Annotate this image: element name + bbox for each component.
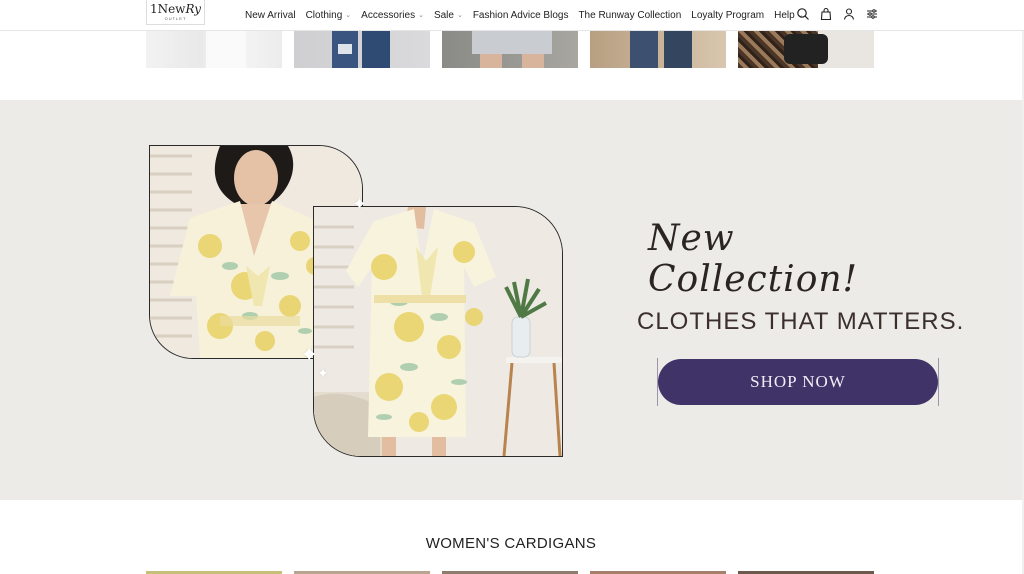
site-logo[interactable]: 1NewRy OUTLET: [146, 0, 205, 25]
chevron-down-icon: ⌄: [456, 12, 463, 19]
divider: [938, 358, 939, 406]
banner-script-title: New Collection!: [648, 218, 859, 300]
chevron-down-icon: ⌄: [345, 12, 352, 19]
product-image[interactable]: [146, 30, 282, 68]
model-illustration: [314, 207, 562, 456]
nav-item-sale[interactable]: Sale ⌄: [434, 7, 463, 23]
product-image[interactable]: [442, 30, 578, 68]
nav-item-new-arrival[interactable]: New Arrival: [245, 7, 296, 23]
logo-wordmark: 1NewRy: [149, 2, 202, 16]
model-photo-full[interactable]: [313, 206, 563, 457]
nav-item-fashion-advice-blogs[interactable]: Fashion Advice Blogs: [473, 7, 569, 23]
new-collection-banner: ✦ ✦ ✦ New Collection! CLOTHES THAT MATTE…: [0, 100, 1022, 500]
nav-item-accessories[interactable]: Accessories ⌄: [361, 7, 424, 23]
sparkle-icon: ✦: [317, 365, 329, 381]
section-title: WOMEN'S CARDIGANS: [425, 535, 597, 552]
header-actions: [796, 7, 879, 21]
banner-headline: CLOTHES THAT MATTERS.: [637, 308, 965, 335]
bag-icon[interactable]: [819, 7, 833, 21]
filter-icon[interactable]: [865, 7, 879, 21]
product-strip: [146, 30, 876, 68]
product-image[interactable]: [738, 30, 874, 68]
product-image[interactable]: [294, 30, 430, 68]
shop-now-button[interactable]: SHOP NOW: [658, 359, 938, 405]
main-nav: New Arrival Clothing ⌄ Accessories ⌄ Sale ⌄…: [245, 7, 814, 23]
nav-item-loyalty-program[interactable]: Loyalty Program: [691, 7, 764, 23]
product-image[interactable]: [590, 30, 726, 68]
sparkle-icon: ✦: [352, 194, 368, 214]
site-header: 1NewRy OUTLET New Arrival Clothing ⌄ Acce…: [0, 0, 1024, 31]
nav-item-runway-collection[interactable]: The Runway Collection: [578, 7, 681, 23]
sparkle-icon: ✦: [300, 342, 319, 367]
chevron-down-icon: ⌄: [418, 12, 424, 19]
search-icon[interactable]: [796, 7, 810, 21]
logo-subtitle: OUTLET: [164, 16, 187, 21]
nav-item-clothing[interactable]: Clothing ⌄: [306, 7, 352, 23]
account-icon[interactable]: [842, 7, 856, 21]
